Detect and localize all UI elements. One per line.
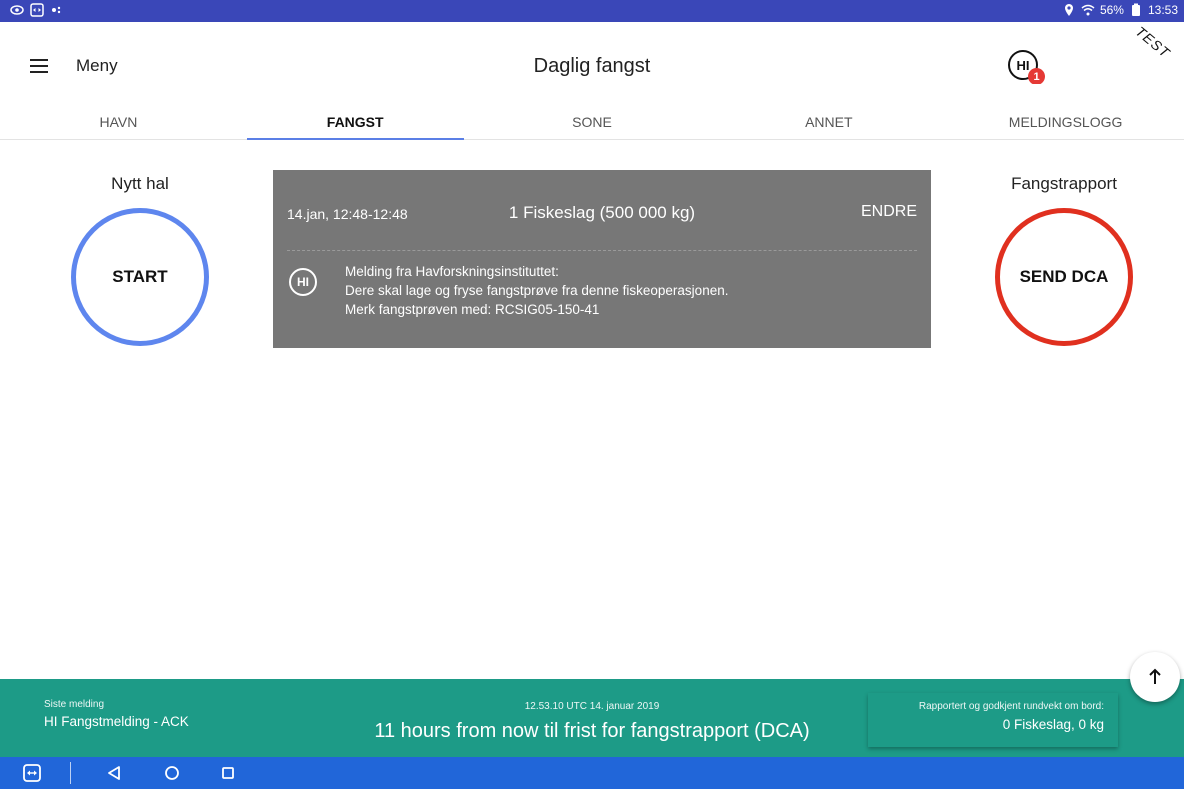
scroll-top-button[interactable]: [1130, 652, 1180, 702]
reported-label: Rapportert og godkjent rundvekt om bord:: [918, 701, 1104, 712]
hi-logo-icon: HI: [1016, 57, 1030, 73]
tab-fangst[interactable]: FANGST: [237, 84, 474, 140]
reported-value: 0 Fiskeslag, 0 kg: [1002, 717, 1104, 732]
catch-report-heading: Fangstrapport: [1011, 174, 1117, 193]
teamviewer-icon[interactable]: [22, 763, 42, 783]
notification-count-badge: 1: [1028, 68, 1045, 85]
tab-sone[interactable]: SONE: [474, 84, 711, 139]
new-haul-section: Nytt hal START: [70, 174, 210, 346]
tab-havn[interactable]: HAVN: [0, 84, 237, 139]
home-icon[interactable]: [162, 763, 182, 783]
recents-icon[interactable]: [218, 763, 238, 783]
dots-icon: [52, 6, 61, 14]
start-button[interactable]: START: [71, 208, 209, 346]
send-dca-button[interactable]: SEND DCA: [995, 208, 1133, 346]
last-message-label: Siste melding: [44, 699, 105, 710]
eye-icon: [10, 5, 24, 15]
menu-button[interactable]: Meny: [30, 56, 118, 76]
test-ribbon: TEST: [1132, 23, 1174, 61]
status-time: 13:53: [1147, 3, 1178, 17]
last-message: Siste melding HI Fangstmelding - ACK: [44, 699, 189, 729]
catch-summary: 1 Fiskeslag (500 000 kg): [508, 203, 696, 222]
hi-notification-button[interactable]: HI 1: [1008, 50, 1045, 85]
tab-annet[interactable]: ANNET: [710, 84, 947, 139]
catch-card-header: 14.jan, 12:48-12:48 1 Fiskeslag (500 000…: [273, 170, 931, 250]
battery-icon: [1131, 3, 1140, 16]
message-line: Merk fangstprøven med: RCSIG05-150-41: [345, 302, 600, 317]
tab-bar: HAVN FANGST SONE ANNET MELDINGSLOGG: [0, 84, 1184, 140]
menu-label: Meny: [76, 56, 118, 75]
teamviewer-status-icon: [30, 3, 44, 17]
message-lines: Melding fra Havforskningsinstituttet: De…: [345, 262, 917, 319]
battery-percent: 56%: [1099, 3, 1124, 17]
status-icons-left: [10, 3, 64, 17]
catch-report-section: Fangstrapport SEND DCA: [992, 174, 1136, 346]
reported-summary: Rapportert og godkjent rundvekt om bord:…: [868, 693, 1118, 747]
status-icons-right: 56% 13:53: [1062, 3, 1178, 17]
arrow-up-icon: [1149, 668, 1161, 684]
hi-message: HI Melding fra Havforskningsinstituttet:…: [287, 262, 917, 319]
location-icon: [1064, 4, 1073, 16]
status-bar: 56% 13:53: [0, 0, 1184, 22]
hi-logo-icon: HI: [289, 268, 317, 296]
nav-separator: [70, 762, 71, 784]
new-haul-heading: Nytt hal: [111, 174, 169, 193]
hamburger-icon: [30, 59, 48, 73]
footer-bar: Siste melding HI Fangstmelding - ACK 12.…: [0, 679, 1184, 757]
back-icon[interactable]: [104, 763, 124, 783]
last-message-value: HI Fangstmelding - ACK: [44, 714, 189, 729]
message-line: Dere skal lage og fryse fangstprøve fra …: [345, 283, 729, 298]
page-title: Daglig fangst: [533, 55, 651, 77]
edit-button[interactable]: ENDRE: [861, 203, 917, 221]
message-line: Melding fra Havforskningsinstituttet:: [345, 264, 559, 279]
catch-card: 14.jan, 12:48-12:48 1 Fiskeslag (500 000…: [273, 170, 931, 348]
wifi-icon: [1081, 4, 1095, 16]
card-divider: [287, 250, 917, 251]
system-nav-bar: [0, 757, 1184, 789]
tab-meldingslogg[interactable]: MELDINGSLOGG: [947, 84, 1184, 139]
